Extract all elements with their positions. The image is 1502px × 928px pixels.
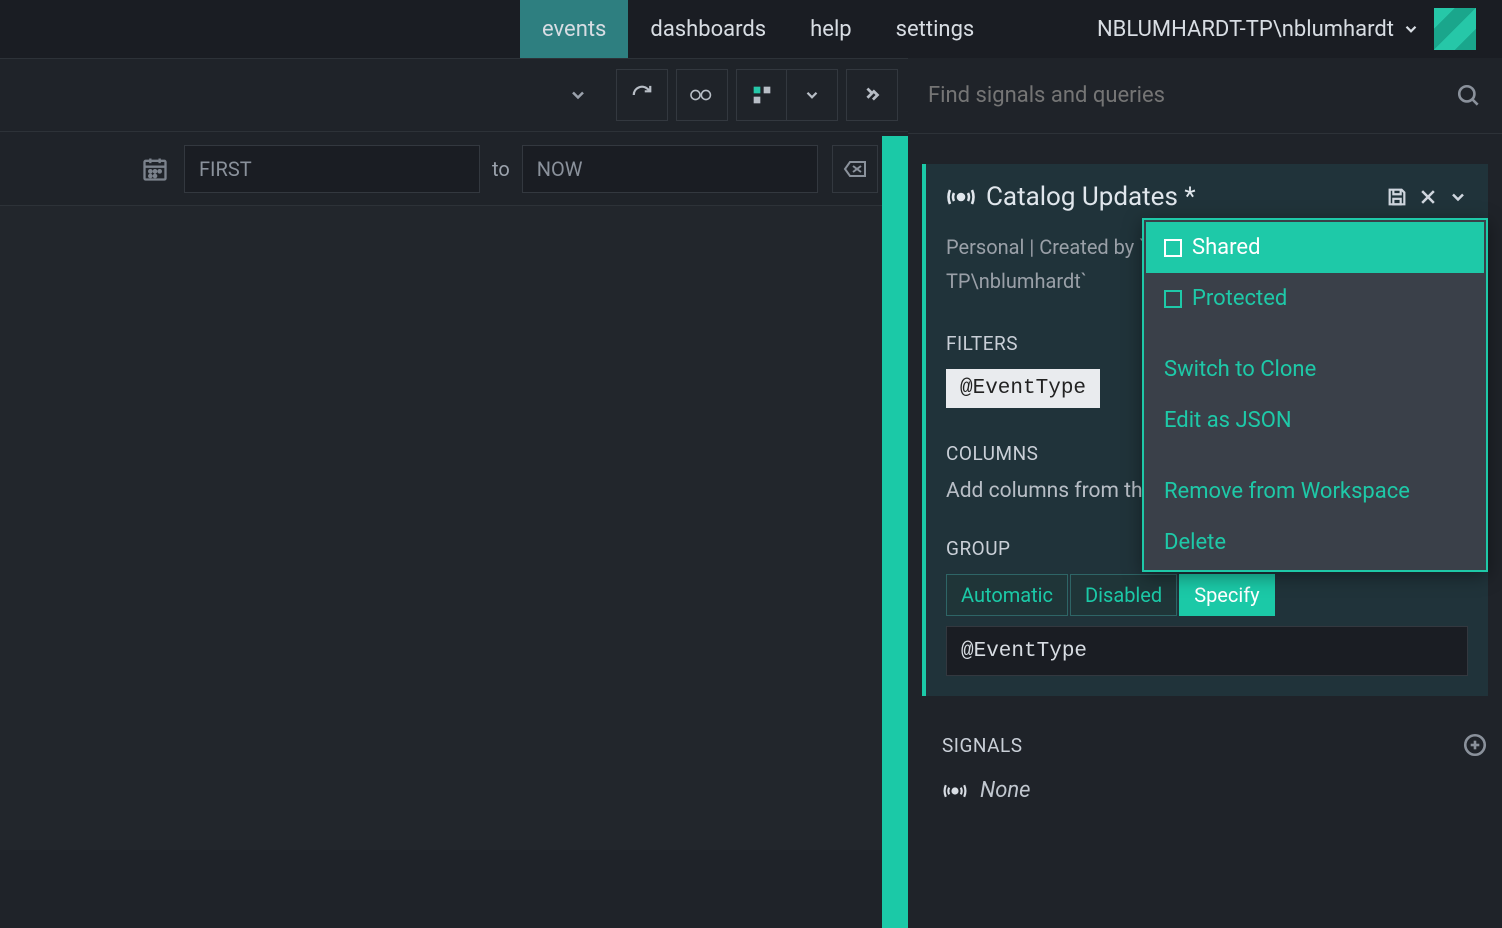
menu-remove-workspace[interactable]: Remove from Workspace xyxy=(1146,466,1484,517)
clear-time-button[interactable] xyxy=(832,145,878,193)
avatar[interactable] xyxy=(1434,8,1476,50)
time-to-input[interactable] xyxy=(522,145,818,193)
time-range-row: to xyxy=(0,132,908,206)
checkbox-icon xyxy=(1164,239,1182,257)
menu-edit-json[interactable]: Edit as JSON xyxy=(1146,395,1484,446)
filter-chip[interactable]: @EventType xyxy=(946,369,1100,408)
time-from-input[interactable] xyxy=(184,145,480,193)
close-icon[interactable] xyxy=(1418,187,1438,207)
signals-section: SIGNALS None xyxy=(942,732,1488,803)
menu-protected[interactable]: Protected xyxy=(1146,273,1484,324)
nav-dashboards[interactable]: dashboards xyxy=(628,0,788,58)
expand-button[interactable] xyxy=(847,70,897,120)
nav-settings[interactable]: settings xyxy=(874,0,997,58)
menu-switch-clone[interactable]: Switch to Clone xyxy=(1146,344,1484,395)
dashboard-more-button[interactable] xyxy=(787,70,837,120)
query-dropdown[interactable] xyxy=(556,70,600,120)
search-icon[interactable] xyxy=(1456,83,1482,109)
group-expression-input[interactable] xyxy=(946,626,1468,676)
checkbox-icon xyxy=(1164,290,1182,308)
dashboard-grid-button[interactable] xyxy=(737,70,787,120)
group-disabled-button[interactable]: Disabled xyxy=(1070,574,1177,616)
menu-delete[interactable]: Delete xyxy=(1146,517,1484,568)
signal-search-input[interactable] xyxy=(928,83,1456,108)
add-signal-button[interactable] xyxy=(1462,732,1488,758)
group-specify-button[interactable]: Specify xyxy=(1179,574,1274,616)
signals-label: SIGNALS xyxy=(942,734,1023,757)
nav-events[interactable]: events xyxy=(520,0,628,58)
top-nav: events dashboards help settings NBLUMHAR… xyxy=(0,0,1502,58)
signal-menu-chevron-icon[interactable] xyxy=(1448,187,1468,207)
calendar-icon xyxy=(140,154,170,184)
toolbar xyxy=(0,58,908,132)
time-to-label: to xyxy=(492,157,510,181)
signal-icon xyxy=(942,781,968,801)
signal-icon xyxy=(946,185,976,209)
refresh-button[interactable] xyxy=(617,70,667,120)
events-content xyxy=(0,206,908,850)
active-strip xyxy=(882,136,908,928)
group-automatic-button[interactable]: Automatic xyxy=(946,574,1068,616)
signal-options-menu: Shared Protected Switch to Clone Edit as… xyxy=(1142,218,1488,572)
signals-none-text: None xyxy=(980,778,1031,803)
nav-user-menu[interactable]: NBLUMHARDT-TP\nblumhardt xyxy=(1081,0,1492,58)
signal-search-bar xyxy=(908,58,1502,134)
signal-title: Catalog Updates * xyxy=(986,182,1376,212)
chevron-down-icon xyxy=(1402,20,1420,38)
tail-button[interactable] xyxy=(677,70,727,120)
nav-username: NBLUMHARDT-TP\nblumhardt xyxy=(1097,17,1394,42)
save-icon[interactable] xyxy=(1386,186,1408,208)
menu-shared[interactable]: Shared xyxy=(1146,222,1484,273)
nav-help[interactable]: help xyxy=(788,0,874,58)
